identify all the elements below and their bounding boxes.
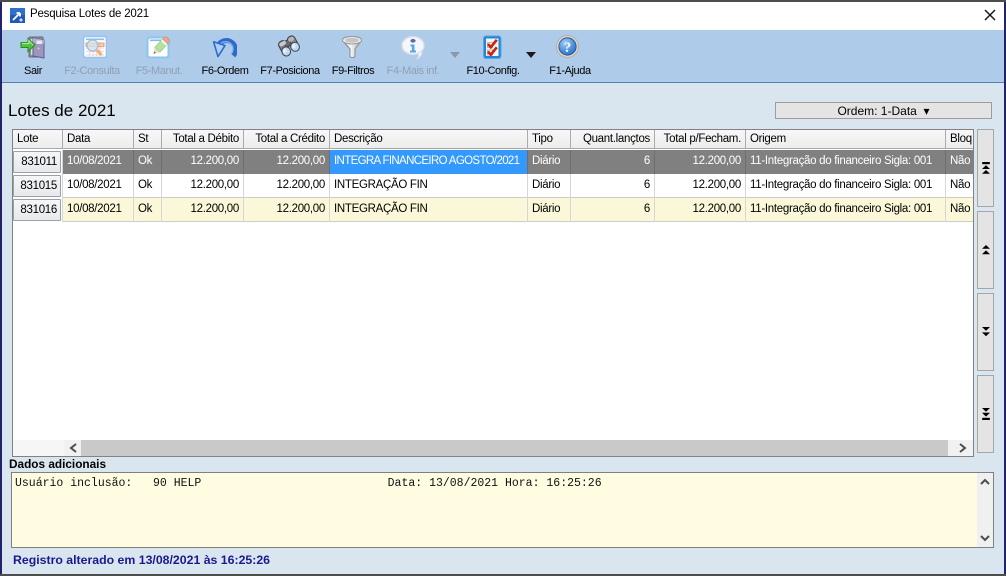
svg-text:?: ? [564, 40, 572, 56]
